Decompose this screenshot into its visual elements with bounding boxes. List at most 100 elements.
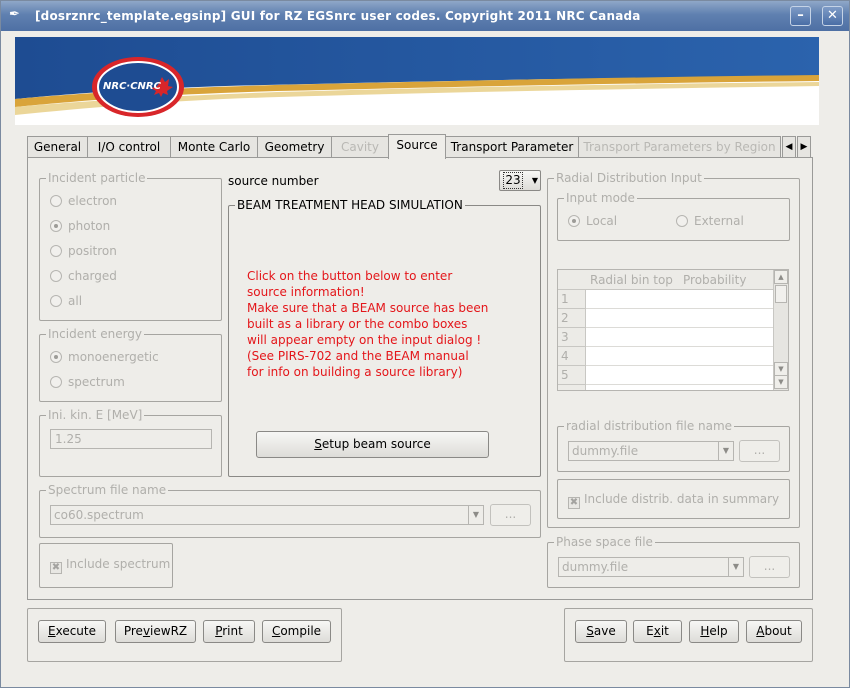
table-cell[interactable] [586,366,680,385]
table-cell[interactable] [586,309,680,328]
execute-button[interactable]: Execute [38,620,106,643]
spectrum-file-combo: co60.spectrum ▼ [50,505,484,525]
main-window: ✒ [dosrznrc_template.egsinp] GUI for RZ … [0,0,850,688]
beam-instructions: Click on the button below to enter sourc… [247,268,488,380]
scroll-thumb[interactable] [775,285,787,303]
scroll-down-icon[interactable]: ▼ [774,375,788,389]
radio-photon: photon [50,218,110,234]
tab-transport-parameters-by-region: Transport Parameters by Region [578,136,781,158]
compile-button[interactable]: Compile [262,620,331,643]
setup-beam-source-button[interactable]: Setup beam source [256,431,489,458]
table-cell[interactable] [679,385,774,390]
file-buttons-group: Save Exit Help About [564,608,813,662]
row-number: 2 [558,309,586,328]
source-number-combo[interactable]: 23 ▼ [499,170,541,191]
tab-bar: General I/O control Monte Carlo Geometry… [27,134,813,159]
app-feather-icon: ✒ [9,7,20,22]
include-spectrum-group: ✖ Include spectrum [39,543,173,588]
radio-spectrum: spectrum [50,374,125,390]
tab-transport-parameter[interactable]: Transport Parameter [445,136,579,158]
instruction-line: built as a library or the combo boxes [247,317,468,331]
chevron-down-icon: ▼ [531,176,538,185]
table-cell[interactable] [586,385,680,390]
radio-positron-icon [50,245,62,257]
nrc-banner: NRC·CNRC [15,37,819,125]
beam-simulation-legend: BEAM TREATMENT HEAD SIMULATION [235,198,465,212]
table-scrollbar[interactable]: ▲ ▼ ▼ [773,270,788,390]
help-button[interactable]: Help [689,620,739,643]
radial-file-combo: dummy.file ▼ [568,441,734,461]
include-distrib-checkbox: ✖ Include distrib. data in summary [568,492,780,509]
radio-external: External [676,213,744,229]
input-mode-legend: Input mode [564,191,637,205]
tab-io-control[interactable]: I/O control [87,136,171,158]
instruction-line: source information! [247,285,365,299]
ini-kin-e-legend: Ini. kin. E [MeV] [46,408,145,422]
about-button[interactable]: About [746,620,802,643]
radio-positron: positron [50,243,117,259]
scroll-up-icon[interactable]: ▲ [774,270,788,284]
row-number: 5 [558,366,586,385]
ini-kin-e-group: Ini. kin. E [MeV] 1.25 [39,408,222,477]
instruction-line: (See PIRS-702 and the BEAM manual [247,349,469,363]
tab-monte-carlo[interactable]: Monte Carlo [170,136,258,158]
radial-distribution-legend: Radial Distribution Input [554,171,704,185]
nrc-logo-text: NRC·CNRC [103,81,161,92]
tab-cavity: Cavity [331,136,389,158]
table-cell[interactable] [679,347,774,366]
tab-geometry[interactable]: Geometry [257,136,332,158]
tab-source[interactable]: Source [388,134,446,159]
radio-monoenergetic-selected-icon [50,351,62,363]
table-cell[interactable] [679,328,774,347]
tab-scroll-right-icon[interactable]: ▶ [797,136,811,158]
instruction-line: for info on building a source library) [247,365,463,379]
spectrum-file-group: Spectrum file name co60.spectrum ▼ ... [39,483,541,538]
table-cell[interactable] [586,347,680,366]
include-distrib-group: ✖ Include distrib. data in summary [557,479,790,519]
incident-particle-group: Incident particle electron photon positr… [39,171,222,321]
table-cell[interactable] [679,309,774,328]
radial-file-group: radial distribution file name dummy.file… [557,419,790,472]
column-header-radial-bin-top: Radial bin top [586,270,680,290]
row-number: 3 [558,328,586,347]
action-buttons-group: Execute PreviewRZ Print Compile [27,608,342,662]
row-number: 4 [558,347,586,366]
table-cell[interactable] [586,328,680,347]
phase-space-group: Phase space file dummy.file ▼ ... [547,535,800,588]
spectrum-browse-button: ... [490,504,531,526]
table-cell[interactable] [679,366,774,385]
checkbox-checked-icon: ✖ [50,562,62,574]
row-number: 1 [558,290,586,309]
phase-space-browse-button: ... [749,556,790,578]
table-corner [558,270,587,290]
radial-file-legend: radial distribution file name [564,419,735,433]
minimize-button[interactable]: – [790,6,811,26]
close-button[interactable]: ✕ [822,6,843,26]
column-header-probability: Probability [679,270,774,290]
checkbox-checked-icon: ✖ [568,497,580,509]
instruction-line: Make sure that a BEAM source has been [247,301,489,315]
exit-button[interactable]: Exit [633,620,682,643]
radial-distribution-table: Radial bin top Probability 1 2 3 4 5 ▲ ▼… [557,269,789,391]
radio-local-selected-icon [568,215,580,227]
tab-general[interactable]: General [27,136,88,158]
preview-rz-button[interactable]: PreviewRZ [115,620,196,643]
beam-simulation-group: BEAM TREATMENT HEAD SIMULATION Click on … [228,198,541,477]
radio-local: Local [568,213,617,229]
chevron-down-icon: ▼ [468,506,483,524]
scroll-down-icon[interactable]: ▼ [774,362,788,376]
radio-electron-icon [50,195,62,207]
radio-all-icon [50,295,62,307]
window-title: [dosrznrc_template.egsinp] GUI for RZ EG… [35,9,641,23]
tab-scroll-left-icon[interactable]: ◀ [782,136,796,158]
print-button[interactable]: Print [203,620,255,643]
table-cell[interactable] [679,290,774,309]
table-cell[interactable] [586,290,680,309]
source-number-label: source number [228,174,319,188]
chevron-down-icon: ▼ [728,558,743,576]
instruction-line: will appear empty on the input dialog ! [247,333,482,347]
source-number-value: 23 [503,172,523,189]
save-button[interactable]: Save [575,620,627,643]
chevron-down-icon: ▼ [718,442,733,460]
radio-photon-selected-icon [50,220,62,232]
